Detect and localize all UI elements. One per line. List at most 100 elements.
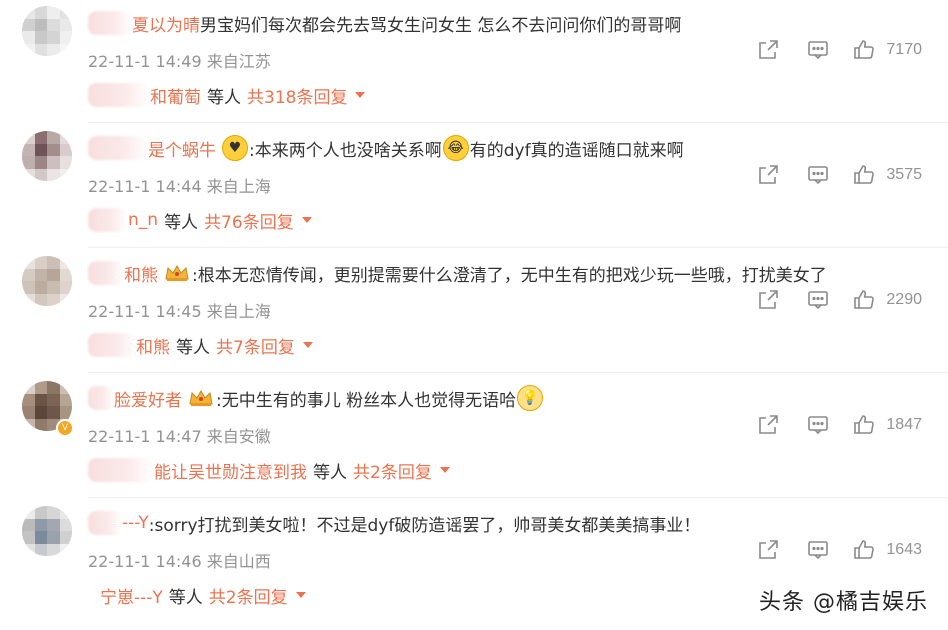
chevron-down-icon[interactable]: [295, 592, 306, 598]
username-link[interactable]: ---Y: [122, 513, 149, 533]
reply-total-link[interactable]: 共2条回复: [209, 583, 288, 608]
crown-badge-icon: [188, 389, 214, 407]
comment-icon: [808, 291, 829, 310]
comment-icon: [808, 166, 829, 185]
like-icon: [854, 540, 875, 559]
heart-eyes-badge-icon: ♥: [222, 135, 248, 161]
share-icon: [759, 540, 779, 559]
comment-header: ---Y :sorry打扰到美女啦！不过是dyf破防造谣罢了，帅哥美女都美美搞事…: [88, 510, 700, 536]
reply-username[interactable]: n_n: [128, 210, 158, 230]
reply-mid-text: 等人: [313, 462, 347, 483]
comment-icon: [808, 416, 829, 435]
replies-summary[interactable]: 和熊 等人 共7条回复: [88, 332, 313, 358]
crown-badge-icon: [164, 264, 190, 282]
share-icon: [759, 40, 779, 59]
reply-button[interactable]: [806, 538, 830, 562]
reply-button[interactable]: [806, 413, 830, 437]
avatar[interactable]: [22, 506, 72, 556]
comment-meta: 22-11-1 14:49 来自江苏: [88, 52, 271, 71]
comment-text: :无中生有的事儿 粉丝本人也觉得无语哈: [216, 390, 517, 411]
reply-total-link[interactable]: 共318条回复: [247, 83, 347, 108]
comment-text: :根本无恋情传闻，更别提需要什么澄清了，无中生有的把戏少玩一些哦，打扰美女了: [192, 265, 827, 286]
like-button[interactable]: 2290: [852, 288, 922, 312]
shrug-emoji-icon: 💡: [517, 385, 544, 411]
reply-username[interactable]: 和熊: [136, 333, 170, 358]
blurred-username: [88, 261, 124, 285]
share-icon: [759, 165, 779, 184]
reply-total-link[interactable]: 共76条回复: [204, 208, 294, 233]
like-button[interactable]: 1643: [852, 538, 922, 562]
comment-header: 夏以为晴 男宝妈们每次都会先去骂女生问女生 怎么不去问问你们的哥哥啊: [88, 10, 681, 36]
share-icon: [759, 290, 779, 309]
comment-item: V 脸爱好者 :无中生有的事儿 粉丝本人也觉得无语哈 💡 22-11-1 14:…: [0, 375, 948, 500]
blurred-username: [88, 458, 154, 482]
reply-username[interactable]: 能让吴世勋注意到我: [154, 458, 307, 483]
comment-meta: 22-11-1 14:44 来自上海: [88, 177, 271, 196]
reply-button[interactable]: [806, 163, 830, 187]
like-count: 2290: [886, 291, 922, 308]
like-button[interactable]: 1847: [852, 413, 922, 437]
blurred-username: [88, 386, 114, 410]
reply-total-link[interactable]: 共2条回复: [353, 458, 432, 483]
share-button[interactable]: [756, 163, 780, 187]
share-button[interactable]: [756, 38, 780, 62]
reply-mid-text: 等人: [168, 587, 203, 608]
avatar[interactable]: [22, 256, 72, 306]
comment-text: :sorry打扰到美女啦！不过是dyf破防造谣罢了，帅哥美女都美美搞事业！: [148, 515, 701, 536]
comment-header: 脸爱好者 :无中生有的事儿 粉丝本人也觉得无语哈 💡: [88, 385, 544, 411]
username-link[interactable]: 和熊: [124, 261, 158, 286]
reply-username[interactable]: 宁崽---Y: [100, 583, 163, 608]
crying-laughing-emoji-icon: 😂: [442, 135, 469, 161]
avatar[interactable]: [22, 131, 72, 181]
comment-meta: 22-11-1 14:47 来自安徽: [88, 427, 271, 446]
share-button[interactable]: [756, 538, 780, 562]
like-count: 1847: [886, 416, 922, 433]
like-icon: [854, 165, 875, 184]
comment-actions: 7170: [756, 38, 922, 62]
avatar[interactable]: [22, 6, 72, 56]
reply-total-link[interactable]: 共7条回复: [216, 333, 295, 358]
comment-meta: 22-11-1 14:45 来自上海: [88, 302, 271, 321]
reply-username[interactable]: 和葡萄: [150, 83, 201, 108]
comment-actions: 3575: [756, 163, 922, 187]
chevron-down-icon[interactable]: [439, 467, 450, 473]
comment-text: :本来两个人也没啥关系啊: [249, 140, 442, 161]
replies-summary[interactable]: 能让吴世勋注意到我 等人 共2条回复: [88, 457, 450, 483]
reply-button[interactable]: [806, 38, 830, 62]
username-link[interactable]: 夏以为晴: [132, 11, 200, 36]
chevron-down-icon[interactable]: [355, 92, 366, 98]
blurred-username: [88, 83, 150, 107]
blurred-username: [88, 333, 136, 357]
replies-summary[interactable]: 宁崽---Y 等人 共2条回复: [88, 582, 306, 608]
blurred-username: [88, 511, 122, 535]
like-icon: [854, 40, 875, 59]
comment-meta: 22-11-1 14:46 来自山西: [88, 552, 271, 571]
like-button[interactable]: 3575: [852, 163, 922, 187]
comment-text: 男宝妈们每次都会先去骂女生问女生 怎么不去问问你们的哥哥啊: [200, 15, 682, 36]
watermark: 头条 @橘吉娱乐: [759, 590, 928, 615]
replies-summary[interactable]: n_n 等人 共76条回复: [88, 207, 312, 233]
like-icon: [854, 290, 875, 309]
comment-header: 是个蜗牛 ♥ :本来两个人也没啥关系啊 😂 有的dyf真的造谣随口就来啊: [88, 135, 684, 161]
share-icon: [759, 415, 779, 434]
verified-badge-icon: V: [56, 419, 74, 437]
comment-actions: 2290: [756, 288, 922, 312]
like-count: 7170: [886, 41, 922, 58]
comment-item: 和熊 :根本无恋情传闻，更别提需要什么澄清了，无中生有的把戏少玩一些哦，打扰美女…: [0, 250, 948, 375]
like-count: 1643: [886, 541, 922, 558]
share-button[interactable]: [756, 413, 780, 437]
reply-button[interactable]: [806, 288, 830, 312]
replies-summary[interactable]: 和葡萄 等人 共318条回复: [88, 82, 366, 108]
share-button[interactable]: [756, 288, 780, 312]
comment-actions: 1643: [756, 538, 922, 562]
reply-mid-text: 等人: [164, 212, 199, 233]
username-link[interactable]: 脸爱好者: [114, 386, 182, 411]
username-link[interactable]: 是个蜗牛: [148, 136, 216, 161]
comment-item: 是个蜗牛 ♥ :本来两个人也没啥关系啊 😂 有的dyf真的造谣随口就来啊 22-…: [0, 125, 948, 250]
reply-mid-text: 等人: [207, 87, 241, 108]
reply-mid-text: 等人: [176, 337, 210, 358]
chevron-down-icon[interactable]: [302, 342, 313, 348]
like-button[interactable]: 7170: [852, 38, 922, 62]
blurred-username: [88, 208, 128, 232]
chevron-down-icon[interactable]: [301, 217, 312, 223]
